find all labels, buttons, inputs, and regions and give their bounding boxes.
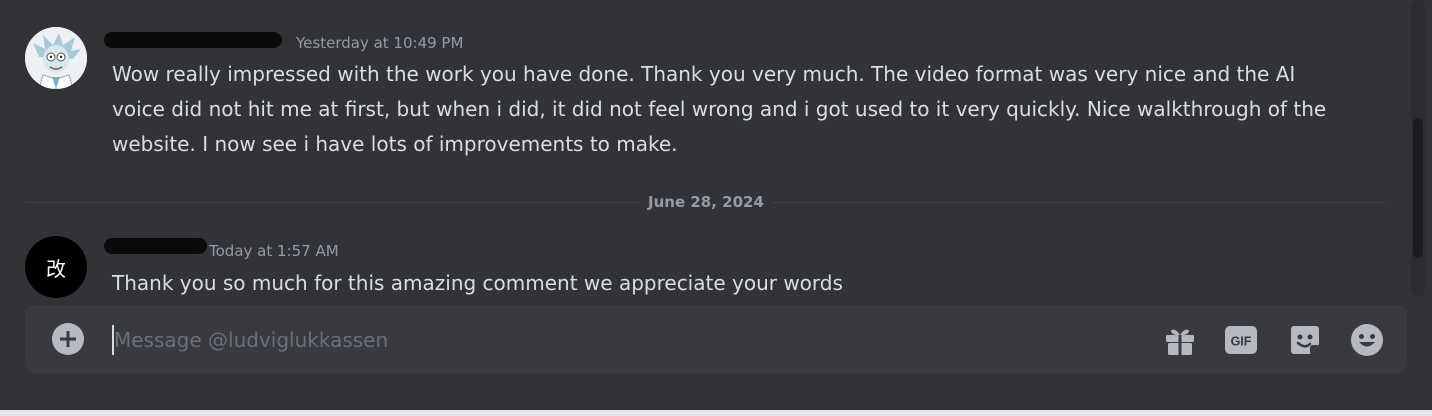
message-input[interactable] (112, 319, 1126, 361)
username-redacted[interactable] (104, 32, 282, 48)
plus-circle-icon (52, 323, 84, 355)
sticker-button[interactable] (1288, 323, 1322, 357)
avatar-glyph: 改 (46, 256, 66, 281)
username-redacted[interactable] (104, 238, 207, 254)
scrollbar-thumb[interactable] (1413, 118, 1423, 258)
emoji-button[interactable] (1350, 323, 1384, 357)
message-composer: GIF (25, 305, 1407, 373)
user-avatar[interactable] (25, 27, 87, 89)
user-avatar[interactable]: 改 (25, 236, 87, 298)
avatar-image (25, 27, 87, 89)
gift-icon (1166, 329, 1194, 355)
date-divider-label: June 28, 2024 (640, 193, 772, 211)
window-bottom-edge (0, 410, 1432, 416)
gift-button[interactable] (1163, 323, 1197, 357)
emoji-icon (1351, 324, 1383, 356)
dm-chat-view: Yesterday at 10:49 PM Wow really impress… (0, 0, 1432, 416)
message-timestamp: Today at 1:57 AM (209, 242, 339, 260)
gif-icon: GIF (1225, 326, 1257, 354)
gif-label: GIF (1231, 335, 1252, 349)
message-text: Wow really impressed with the work you h… (112, 62, 1327, 156)
message-timestamp: Yesterday at 10:49 PM (296, 34, 464, 52)
gif-button[interactable]: GIF (1224, 323, 1258, 357)
message-text: Thank you so much for this amazing comme… (112, 271, 843, 295)
upload-button[interactable] (52, 323, 84, 355)
sticker-icon (1291, 326, 1319, 354)
